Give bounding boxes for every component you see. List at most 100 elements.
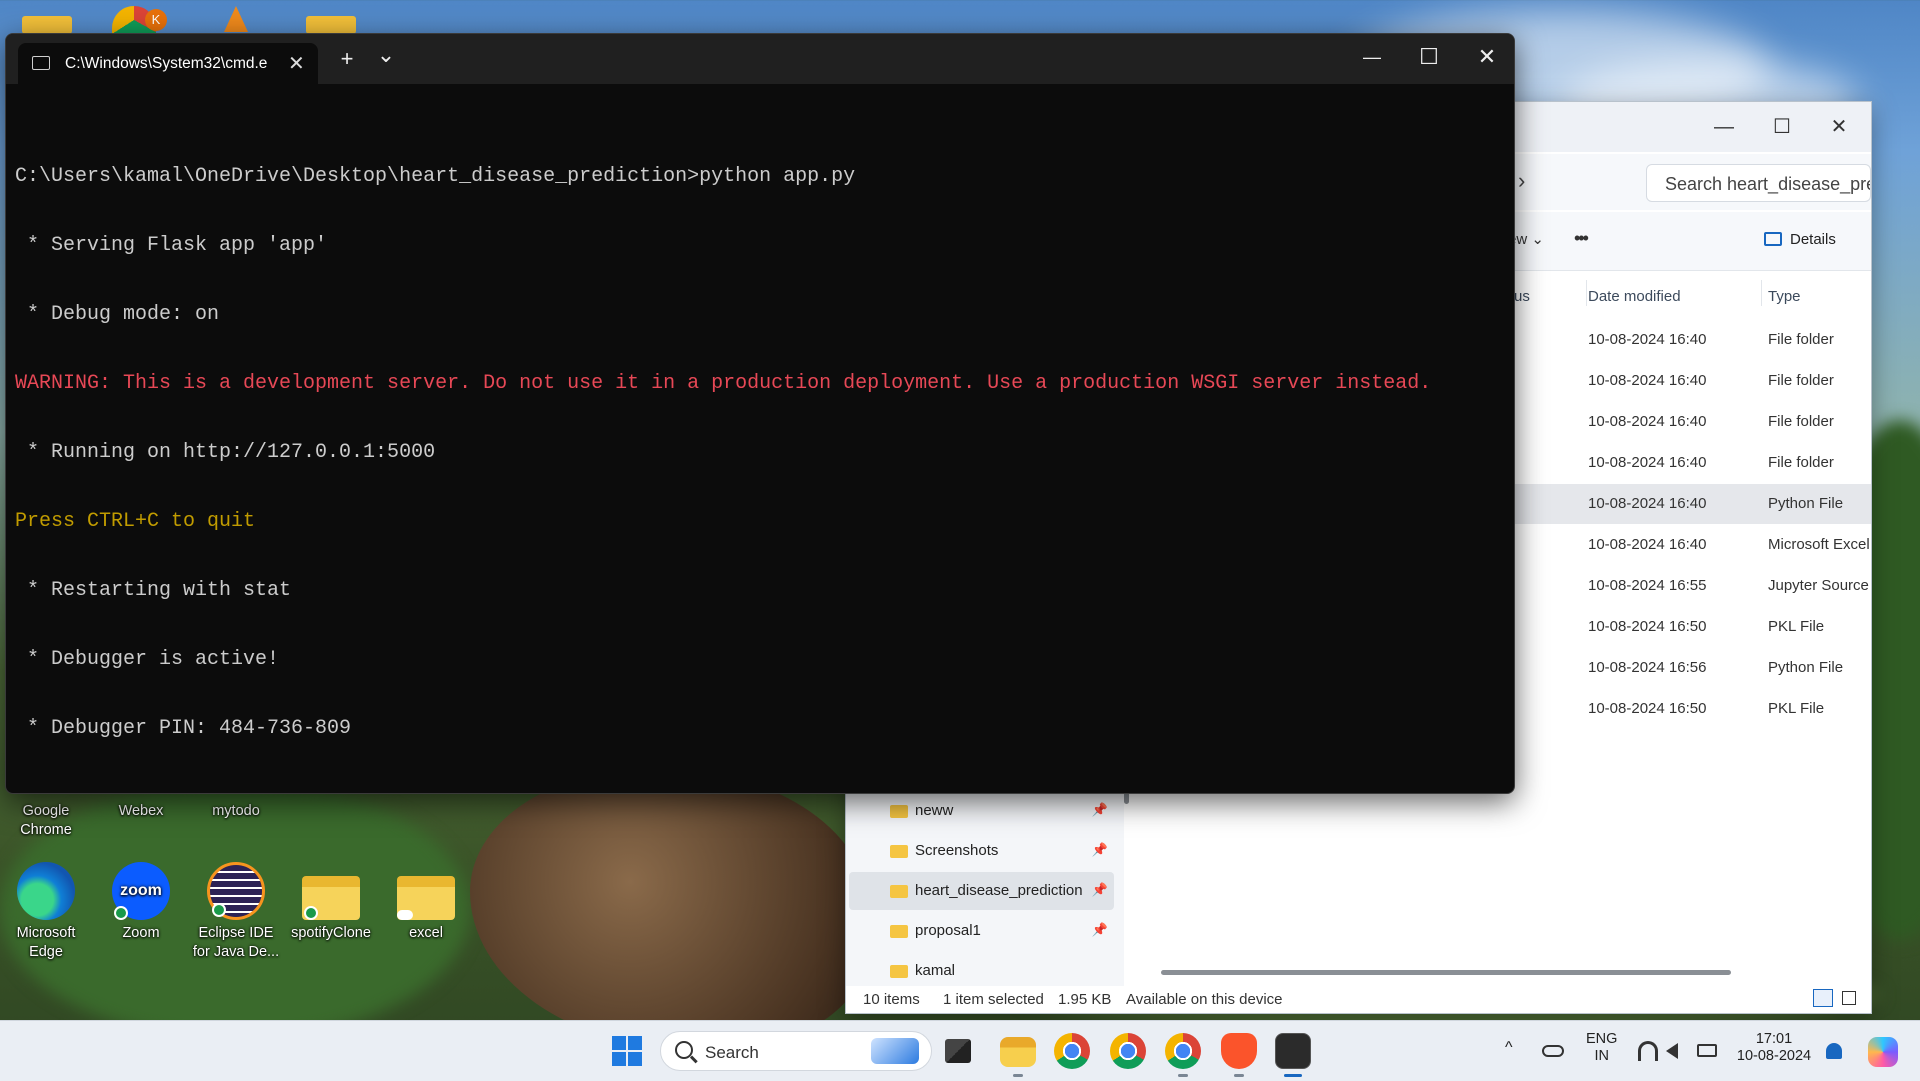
explorer-close-button[interactable]: ✕ (1814, 112, 1864, 142)
row-type: File folder (1768, 413, 1834, 430)
terminal-output[interactable]: C:\Users\kamal\OneDrive\Desktop\heart_di… (15, 116, 1514, 793)
desktop-icon-label: Google Chrome (20, 803, 72, 838)
column-divider (1761, 280, 1762, 306)
nav-item-proposal1[interactable]: proposal1 📌 (849, 912, 1114, 950)
search-icon-handle (690, 1055, 698, 1063)
horizontal-scrollbar[interactable] (1161, 970, 1731, 975)
nav-item-screenshots[interactable]: Screenshots 📌 (849, 832, 1114, 870)
nav-item-label: kamal (915, 962, 956, 979)
onedrive-icon[interactable] (1542, 1045, 1564, 1057)
terminal-window[interactable]: C:\Windows\System32\cmd.e ✕ + ⌄ — ☐ ✕ C:… (5, 33, 1515, 794)
terminal-maximize-button[interactable]: ☐ (1409, 42, 1449, 72)
explorer-search-input[interactable]: Search heart_disease_predi (1646, 164, 1871, 202)
desktop-icon-webex[interactable]: Webex (95, 802, 187, 821)
tray-overflow-chevron[interactable]: ^ (1505, 1039, 1513, 1056)
vlc-icon[interactable] (224, 6, 248, 32)
terminal-titlebar[interactable]: C:\Windows\System32\cmd.e ✕ + ⌄ — ☐ ✕ (6, 34, 1514, 84)
battery-icon[interactable] (1697, 1044, 1717, 1057)
notification-bell-icon[interactable] (1826, 1043, 1842, 1059)
folder-icon (890, 965, 908, 978)
row-date: 10-08-2024 16:50 (1588, 700, 1707, 717)
nav-item-heart-disease-prediction[interactable]: heart_disease_prediction 📌 (849, 872, 1114, 910)
windows-logo-icon (628, 1052, 642, 1066)
row-date: 10-08-2024 16:40 (1588, 372, 1707, 389)
desktop-icon-label: excel (409, 925, 443, 941)
desktop-icon-mytodo[interactable]: mytodo (190, 802, 282, 821)
desktop-icon-spotifyclone[interactable]: spotifyClone (285, 862, 377, 943)
pin-icon: 📌 (1091, 842, 1108, 857)
nav-item-kamal[interactable]: kamal (849, 952, 1114, 990)
running-indicator (1013, 1074, 1023, 1077)
active-indicator (1284, 1074, 1302, 1077)
row-date: 10-08-2024 16:40 (1588, 331, 1707, 348)
details-view-icon[interactable] (1813, 989, 1833, 1007)
row-date: 10-08-2024 16:50 (1588, 618, 1707, 635)
clock-time: 17:01 (1755, 1031, 1793, 1047)
pin-icon: 📌 (1091, 922, 1108, 937)
sync-check-icon (304, 906, 318, 920)
eclipse-icon (207, 862, 265, 920)
taskbar-search-box[interactable]: Search (660, 1031, 932, 1071)
terminal-tab[interactable]: C:\Windows\System32\cmd.e ✕ (18, 43, 318, 84)
row-type: File folder (1768, 372, 1834, 389)
sync-check-icon (212, 903, 226, 917)
column-header-status[interactable]: us (1514, 288, 1530, 305)
explorer-maximize-button[interactable]: ☐ (1757, 112, 1807, 142)
row-date: 10-08-2024 16:40 (1588, 536, 1707, 553)
search-highlight-icon (871, 1038, 919, 1064)
folder-icon[interactable] (306, 16, 356, 34)
folder-icon (890, 805, 908, 818)
folder-icon[interactable] (22, 16, 72, 34)
row-type: File folder (1768, 454, 1834, 471)
clock[interactable]: 17:01 10-08-2024 (1734, 1031, 1814, 1065)
taskbar: Search ^ ENG IN 17:01 10-08-2024 (0, 1020, 1920, 1081)
chrome-profile-icon[interactable] (1165, 1033, 1201, 1069)
column-header-type[interactable]: Type (1768, 288, 1801, 305)
row-date: 10-08-2024 16:40 (1588, 454, 1707, 471)
brave-icon[interactable] (1221, 1033, 1257, 1069)
desktop-top-partial-icons: K (0, 0, 400, 34)
volume-icon[interactable] (1666, 1043, 1678, 1059)
file-explorer-taskbar-icon[interactable] (1000, 1037, 1036, 1067)
windows-logo-icon (612, 1052, 626, 1066)
column-divider (1586, 280, 1587, 306)
column-header-date-modified[interactable]: Date modified (1588, 288, 1681, 305)
row-type: Jupyter Source (1768, 577, 1869, 594)
status-availability: Available on this device (1126, 991, 1283, 1008)
terminal-minimize-button[interactable]: — (1352, 42, 1392, 72)
desktop-icon-google-chrome[interactable]: Google Chrome (0, 802, 92, 840)
more-options-button[interactable]: ••• (1574, 228, 1589, 249)
folder-icon (890, 925, 908, 938)
clock-date: 10-08-2024 (1736, 1048, 1812, 1064)
copilot-icon[interactable] (1868, 1037, 1898, 1067)
new-tab-button[interactable]: + (327, 44, 367, 74)
terminal-taskbar-icon[interactable] (1275, 1033, 1311, 1069)
terminal-close-button[interactable]: ✕ (1467, 42, 1507, 72)
row-type: PKL File (1768, 618, 1825, 635)
desktop-icon-zoom[interactable]: zoom Zoom (95, 862, 187, 943)
explorer-minimize-button[interactable]: — (1699, 112, 1749, 142)
start-button[interactable] (612, 1036, 642, 1066)
breadcrumb-chevron-icon[interactable]: › (1518, 168, 1525, 194)
cloud-status-icon (397, 910, 413, 920)
windows-logo-icon (628, 1036, 642, 1050)
tiles-view-icon[interactable] (1842, 991, 1856, 1005)
details-pane-button[interactable]: Details (1790, 231, 1836, 248)
row-type: File folder (1768, 331, 1834, 348)
wifi-icon[interactable] (1638, 1041, 1658, 1061)
nav-item-neww[interactable]: neww 📌 (849, 792, 1114, 830)
desktop-icon-label: Microsoft Edge (16, 925, 76, 960)
desktop-icon-excel[interactable]: excel (380, 862, 472, 943)
chrome-profile-icon[interactable] (1110, 1033, 1146, 1069)
chrome-icon[interactable] (1054, 1033, 1090, 1069)
task-view-icon[interactable] (945, 1039, 971, 1063)
tab-dropdown-button[interactable]: ⌄ (366, 40, 406, 70)
desktop-icon-eclipse[interactable]: Eclipse IDE for Java De... (190, 862, 282, 962)
running-indicator (1234, 1074, 1244, 1077)
language-indicator[interactable]: ENG IN (1586, 1031, 1617, 1065)
tab-close-button[interactable]: ✕ (288, 51, 305, 76)
details-pane-icon[interactable] (1764, 232, 1782, 246)
terminal-warning-line: WARNING: This is a development server. D… (15, 372, 1432, 395)
desktop-icon-microsoft-edge[interactable]: Microsoft Edge (0, 862, 92, 962)
terminal-line: * Debug mode: on (15, 303, 220, 326)
